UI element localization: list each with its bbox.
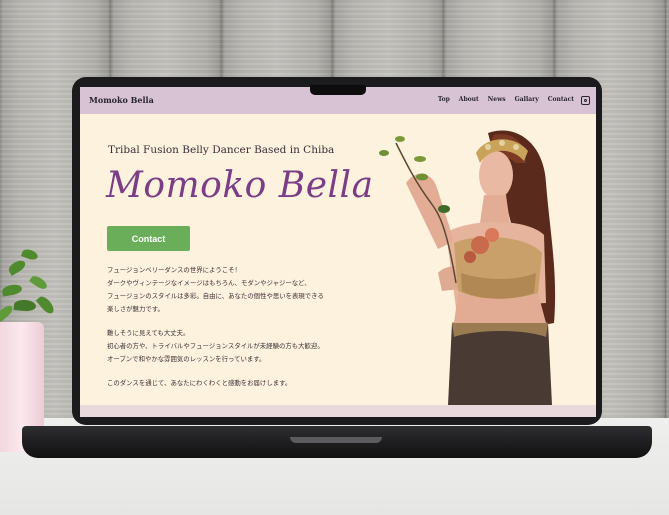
hero-title: Momoko Bella bbox=[106, 165, 374, 206]
nav-item-gallery[interactable]: Gallary bbox=[515, 96, 539, 103]
hero-tagline: Tribal Fusion Belly Dancer Based in Chib… bbox=[108, 144, 335, 156]
intro-line: 楽しさが魅力です。 bbox=[107, 305, 164, 313]
contact-button[interactable]: Contact bbox=[107, 226, 190, 251]
intro-line: ダークやヴィンテージなイメージはもちろん、モダンやジャジーなど、 bbox=[107, 279, 311, 287]
intro-line: このダンスを通じて、あなたにわくわくと感動をお届けします。 bbox=[107, 379, 292, 387]
footer-strip bbox=[80, 405, 596, 417]
intro-line: 難しそうに見えても大丈夫。 bbox=[107, 329, 190, 337]
site-brand[interactable]: Momoko Bella bbox=[89, 95, 154, 105]
nav-item-top[interactable]: Top bbox=[438, 96, 450, 103]
intro-line: フュージョンベリーダンスの世界にようこそ！ bbox=[107, 266, 241, 274]
nav-item-about[interactable]: About bbox=[459, 96, 479, 103]
dancer-photo bbox=[379, 130, 556, 405]
intro-line: オープンで和やかな雰囲気のレッスンを行っています。 bbox=[107, 355, 266, 363]
nav-item-contact[interactable]: Contact bbox=[548, 96, 574, 103]
nav-item-news[interactable]: News bbox=[488, 96, 506, 103]
intro-line: 初心者の方や、トライバルやフュージョンスタイルが未経験の方も大歓迎。 bbox=[107, 342, 324, 350]
laptop-groove bbox=[290, 437, 382, 443]
instagram-icon[interactable] bbox=[581, 96, 590, 105]
laptop-screen: Momoko Bella Top About News Gallary Cont… bbox=[80, 87, 596, 417]
camera-notch bbox=[310, 85, 366, 95]
intro-line: フュージョンのスタイルは多彩。自由に、あなたの個性や思いを表現できる bbox=[107, 292, 324, 300]
nav-menu: Top About News Gallary Contact bbox=[438, 96, 574, 103]
